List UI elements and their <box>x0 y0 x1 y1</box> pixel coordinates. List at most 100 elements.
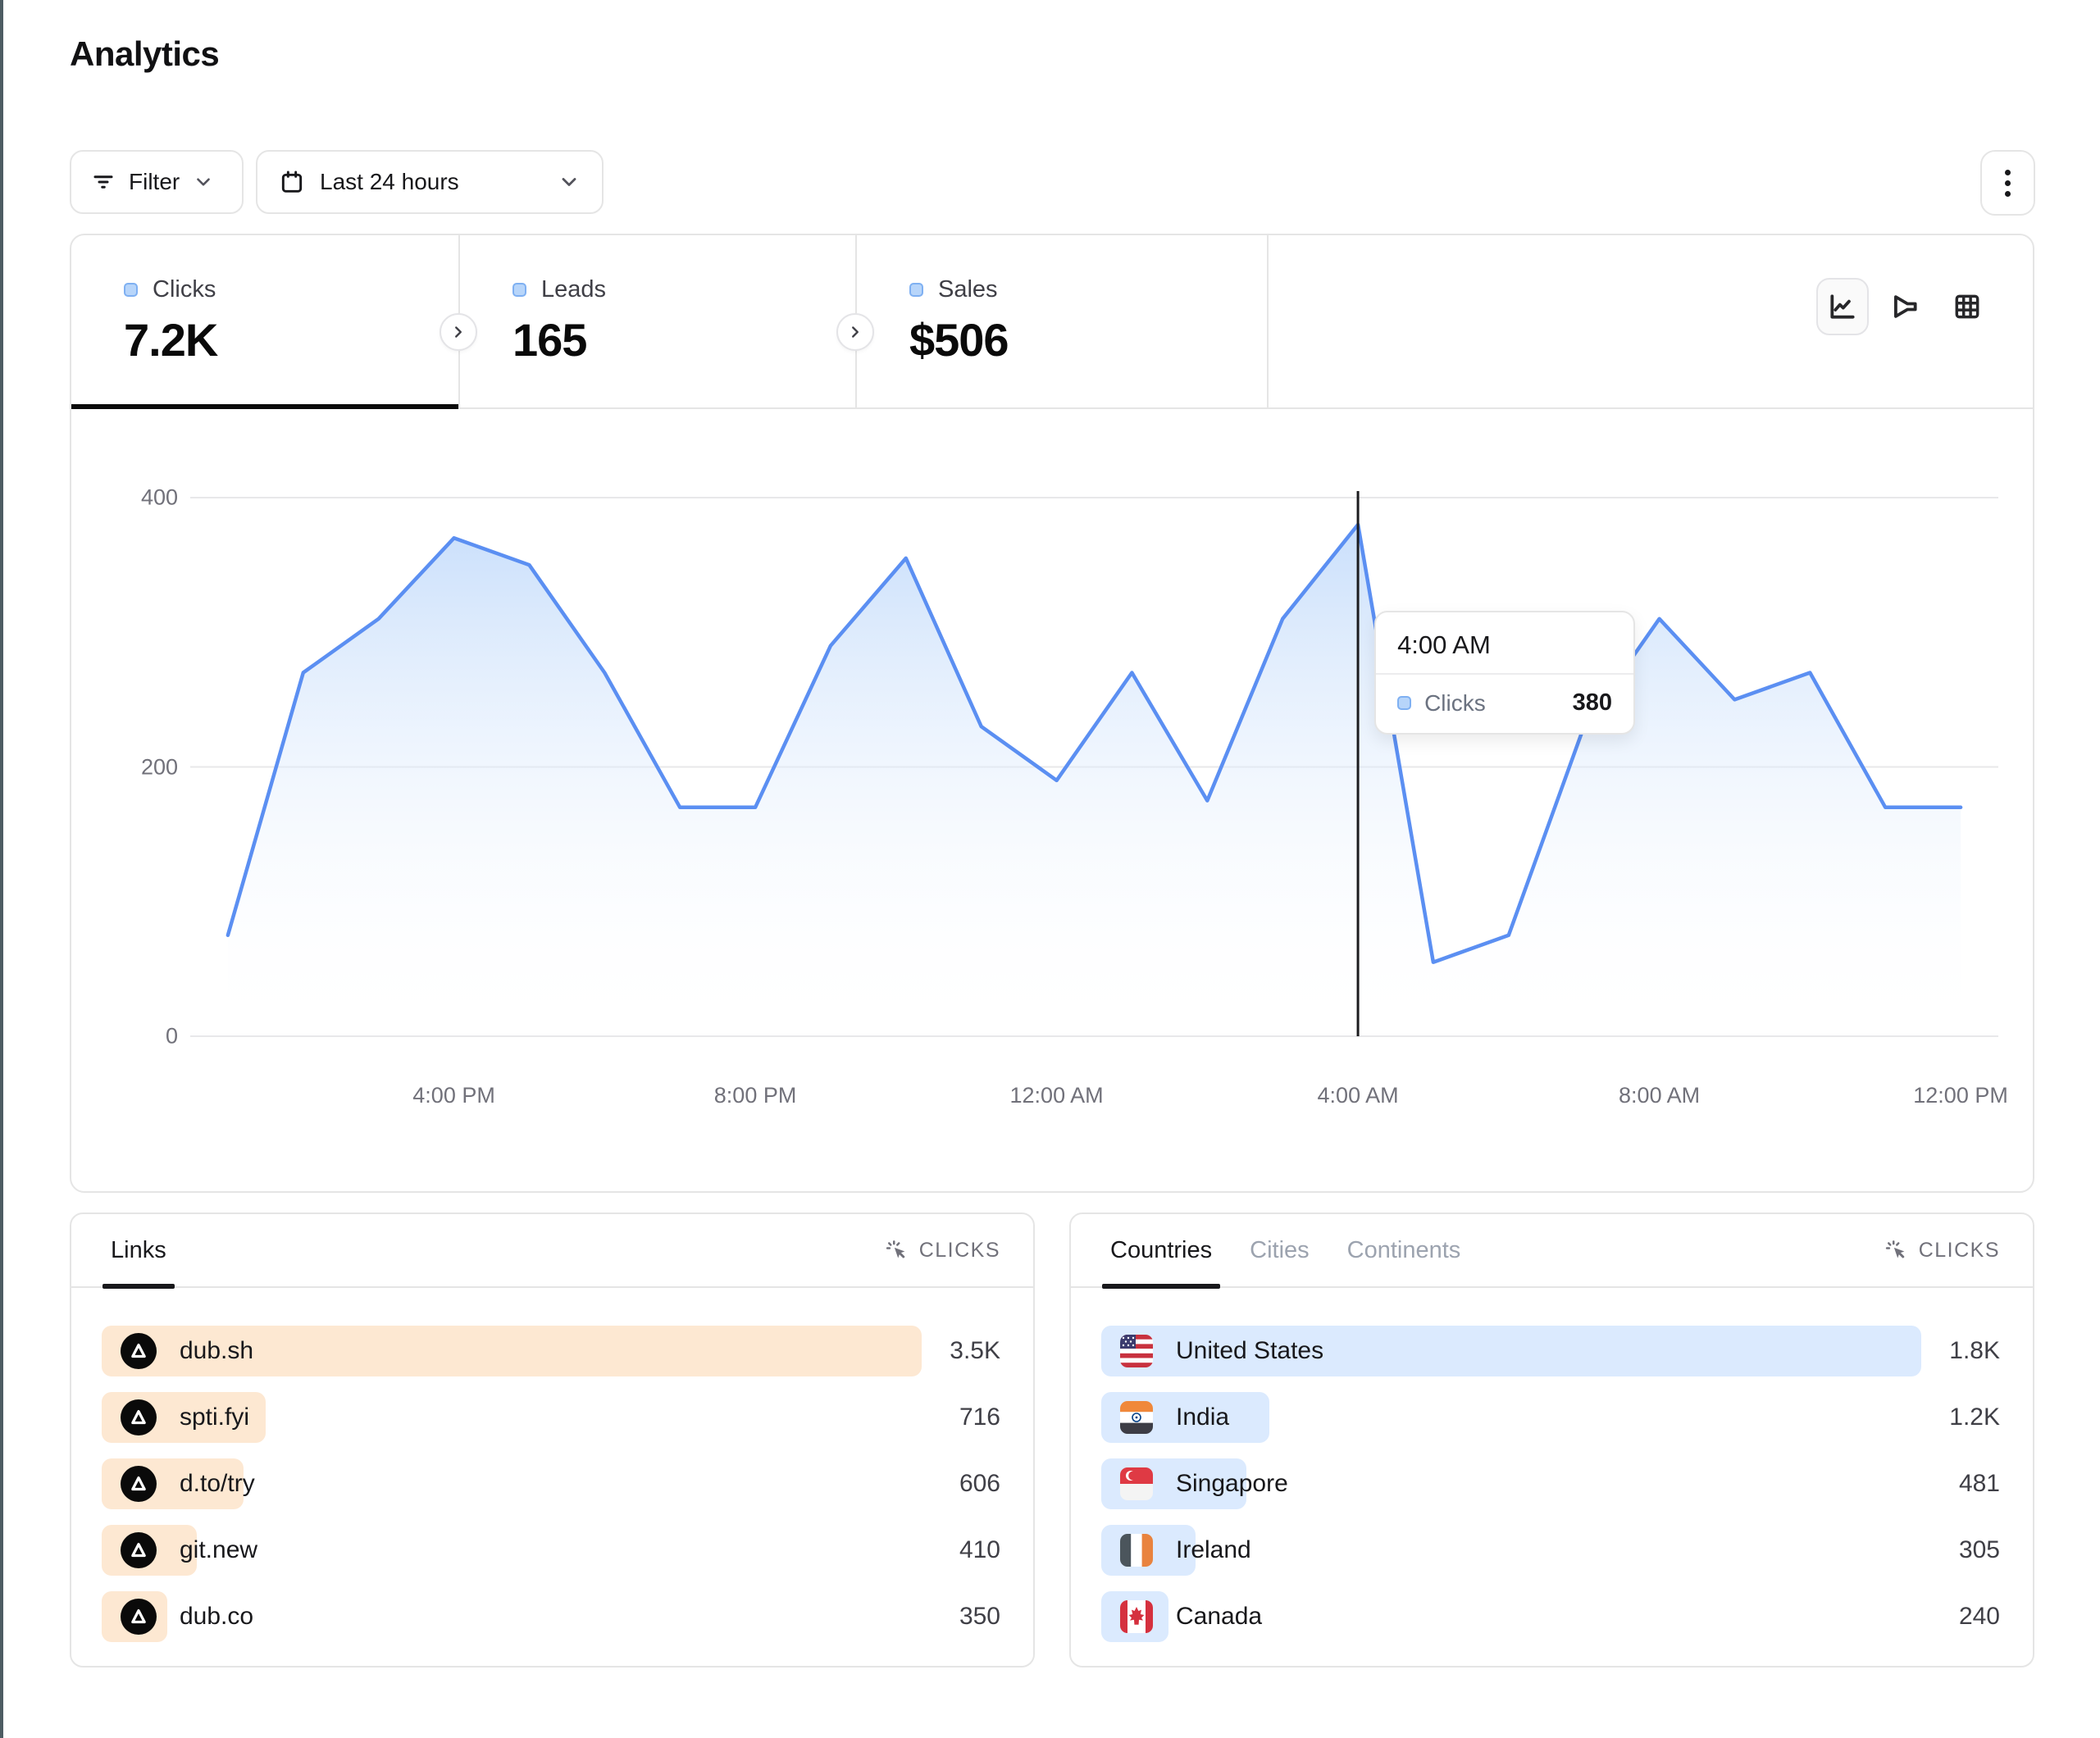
link-label: d.to/try <box>180 1470 255 1498</box>
link-label: spti.fyi <box>180 1404 249 1431</box>
analytics-card: Clicks 7.2K Leads 165 Sales $506 <box>70 234 2034 1193</box>
x-axis-tick: 12:00 AM <box>1010 1083 1104 1108</box>
tab-clicks[interactable]: Clicks 7.2K <box>71 235 458 407</box>
filter-icon <box>91 170 116 194</box>
chart-canvas <box>71 409 2036 1194</box>
country-flag-icon <box>1120 1467 1153 1500</box>
link-row[interactable]: dub.co 350 <box>102 1591 1000 1642</box>
countries-metric-header[interactable]: CLICKS <box>1884 1238 2000 1263</box>
calendar-icon <box>279 169 305 195</box>
link-label: dub.sh <box>180 1337 253 1365</box>
y-axis-tick: 200 <box>104 754 178 780</box>
dub-logo-icon <box>121 1399 157 1435</box>
tab-label: Continents <box>1347 1237 1461 1264</box>
x-axis-tick: 4:00 AM <box>1318 1083 1399 1108</box>
chart-type-toolbar <box>1816 278 1993 335</box>
dub-logo-icon <box>121 1333 157 1369</box>
link-row[interactable]: d.to/try 606 <box>102 1458 1000 1509</box>
country-flag-icon <box>1120 1335 1153 1367</box>
filter-button-label: Filter <box>129 169 180 195</box>
chevron-right-icon <box>449 323 467 341</box>
dub-logo-icon <box>121 1466 157 1502</box>
line-chart-icon <box>1827 291 1858 322</box>
link-clicks-value: 716 <box>959 1392 1000 1443</box>
link-clicks-value: 410 <box>959 1525 1000 1576</box>
countries-panel-header: Countries Cities Continents CLICKS <box>1071 1214 2033 1288</box>
tab-leads[interactable]: Leads 165 <box>458 235 855 407</box>
country-label: India <box>1176 1404 1229 1431</box>
stat-value: $506 <box>909 313 1267 366</box>
country-row[interactable]: India 1.2K <box>1101 1392 2000 1443</box>
tab-links[interactable]: Links <box>111 1213 166 1287</box>
x-axis-tick: 8:00 AM <box>1619 1083 1700 1108</box>
table-view-button[interactable] <box>1941 278 1993 335</box>
tab-label: Countries <box>1110 1237 1212 1264</box>
metric-label: CLICKS <box>1919 1239 2000 1263</box>
tab-label: Cities <box>1250 1237 1310 1264</box>
stat-value: 7.2K <box>124 313 458 366</box>
country-flag-icon <box>1120 1534 1153 1567</box>
tab-cities[interactable]: Cities <box>1250 1213 1310 1287</box>
date-range-button[interactable]: Last 24 hours <box>256 150 604 214</box>
dub-logo-icon <box>121 1532 157 1568</box>
y-axis-tick: 400 <box>104 485 178 511</box>
country-label: Ireland <box>1176 1536 1251 1564</box>
country-row[interactable]: Singapore 481 <box>1101 1458 2000 1509</box>
expand-leads-button[interactable] <box>836 313 874 351</box>
link-label: dub.co <box>180 1603 253 1631</box>
x-axis-tick: 4:00 PM <box>412 1083 495 1108</box>
kebab-icon <box>2005 170 2011 197</box>
country-label: Singapore <box>1176 1470 1288 1498</box>
link-label: git.new <box>180 1536 257 1564</box>
tooltip-series-label: Clicks <box>1424 690 1486 717</box>
chart-tooltip: 4:00 AM Clicks 380 <box>1374 611 1635 735</box>
stats-row: Clicks 7.2K Leads 165 Sales $506 <box>71 235 2033 409</box>
countries-panel: Countries Cities Continents CLICKS <box>1069 1213 2034 1667</box>
chart-area-fill <box>228 525 1961 1036</box>
date-range-label: Last 24 hours <box>320 169 459 195</box>
link-clicks-value: 606 <box>959 1458 1000 1509</box>
country-row[interactable]: Ireland 305 <box>1101 1525 2000 1576</box>
tab-sales[interactable]: Sales $506 <box>855 235 1269 407</box>
tooltip-value: 380 <box>1573 689 1612 717</box>
dub-logo-icon <box>121 1599 157 1635</box>
funnel-view-button[interactable] <box>1879 278 1931 335</box>
page-title: Analytics <box>70 34 219 74</box>
country-row[interactable]: Canada 240 <box>1101 1591 2000 1642</box>
country-clicks-value: 305 <box>1959 1525 2000 1576</box>
window-edge <box>0 0 3 1738</box>
link-clicks-value: 3.5K <box>950 1326 1000 1376</box>
clicks-time-series-chart[interactable]: 0 200 400 4:00 PM 8:00 PM 12:00 AM 4:00 AM 8:0… <box>71 409 2036 1194</box>
link-clicks-value: 350 <box>959 1591 1000 1642</box>
cursor-click-icon <box>885 1238 909 1263</box>
line-chart-view-button[interactable] <box>1816 278 1869 335</box>
stat-label: Clicks <box>153 276 216 303</box>
link-row[interactable]: dub.sh 3.5K <box>102 1326 1000 1376</box>
clicks-legend-swatch <box>124 283 138 297</box>
filter-button[interactable]: Filter <box>70 150 244 214</box>
metric-label: CLICKS <box>919 1239 1000 1263</box>
countries-list: United States 1.8K India 1.2K <box>1071 1288 2033 1642</box>
tooltip-time: 4:00 AM <box>1376 612 1633 675</box>
chevron-down-icon <box>193 171 214 193</box>
tab-label: Links <box>111 1237 166 1264</box>
x-axis-tick: 8:00 PM <box>714 1083 797 1108</box>
tab-continents[interactable]: Continents <box>1347 1213 1461 1287</box>
links-panel: Links CLICKS dub.sh 3.5K <box>70 1213 1035 1667</box>
stat-label: Sales <box>938 276 998 303</box>
stat-value: 165 <box>512 313 855 366</box>
links-list: dub.sh 3.5K spti.fyi 716 <box>71 1288 1033 1642</box>
link-row[interactable]: git.new 410 <box>102 1525 1000 1576</box>
y-axis-tick: 0 <box>104 1024 178 1049</box>
country-row[interactable]: United States 1.8K <box>1101 1326 2000 1376</box>
country-label: United States <box>1176 1337 1323 1365</box>
tab-countries[interactable]: Countries <box>1110 1213 1212 1287</box>
chevron-right-icon <box>846 323 864 341</box>
expand-clicks-button[interactable] <box>440 313 477 351</box>
tooltip-legend-swatch <box>1397 696 1411 710</box>
link-row[interactable]: spti.fyi 716 <box>102 1392 1000 1443</box>
chevron-down-icon <box>558 171 581 193</box>
links-metric-header[interactable]: CLICKS <box>885 1238 1000 1263</box>
cursor-click-icon <box>1884 1238 1909 1263</box>
more-options-button[interactable] <box>1980 150 2035 216</box>
